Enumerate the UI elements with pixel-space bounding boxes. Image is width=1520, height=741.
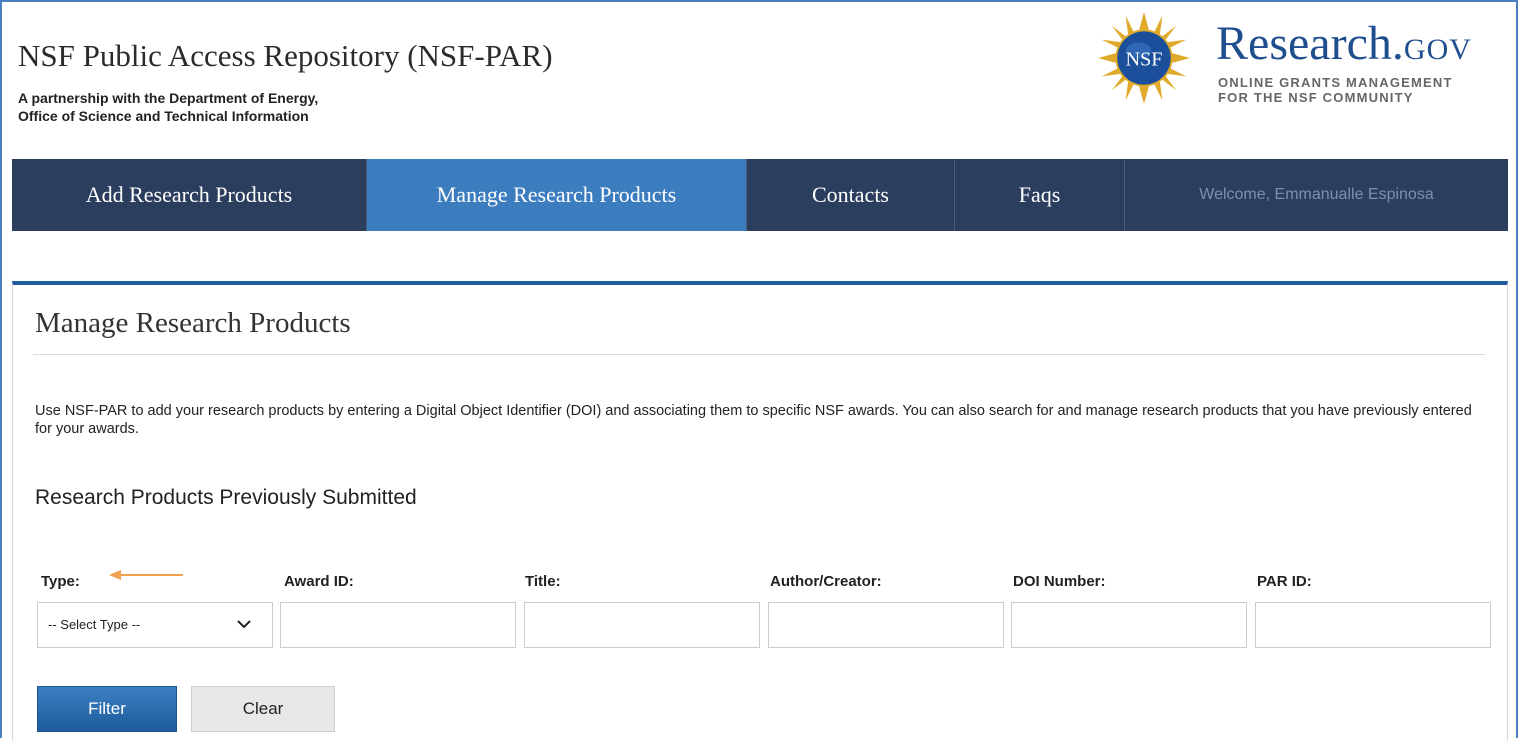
type-label: Type: [41,573,80,590]
par-id-input[interactable] [1255,602,1491,648]
research-gov-logo[interactable]: NSF Research.GOV ONLINE GRANTS MANAGEMEN… [1098,12,1508,124]
tagline: A partnership with the Department of Ene… [18,89,318,125]
author-label: Author/Creator: [770,573,882,590]
brand-subtitle-line-1: ONLINE GRANTS MANAGEMENT [1218,75,1453,90]
nav-faqs[interactable]: Faqs [955,159,1125,231]
welcome-text: Welcome, Emmanualle Espinosa [1199,186,1434,203]
clear-button[interactable]: Clear [191,686,335,732]
chevron-down-icon [237,620,251,629]
doi-input[interactable] [1011,602,1247,648]
page-title: Manage Research Products [35,307,351,339]
tagline-line-1: A partnership with the Department of Ene… [18,90,319,106]
title-label: Title: [525,573,561,590]
brand-subtitle: ONLINE GRANTS MANAGEMENT FOR THE NSF COM… [1218,75,1453,105]
doi-label: DOI Number: [1013,573,1106,590]
site-title: NSF Public Access Repository (NSF-PAR) [18,38,553,73]
section-title: Research Products Previously Submitted [35,486,417,509]
type-select-value: -- Select Type -- [48,617,141,632]
brand-suffix: GOV [1403,33,1472,66]
nav-contacts[interactable]: Contacts [747,159,955,231]
award-id-input[interactable] [280,602,516,648]
filter-button[interactable]: Filter [37,686,177,732]
par-id-label: PAR ID: [1257,573,1312,590]
page-description: Use NSF-PAR to add your research product… [35,403,1472,437]
nsf-seal-icon: NSF [1098,12,1190,104]
author-input[interactable] [768,602,1004,648]
title-divider [33,354,1485,355]
title-input[interactable] [524,602,760,648]
annotation-arrow-icon [109,570,183,580]
brand-main: Research. [1216,17,1404,70]
content-panel: Manage Research Products Use NSF-PAR to … [12,281,1508,741]
tagline-line-2: Office of Science and Technical Informat… [18,108,309,124]
brand-wordmark: Research.GOV [1216,20,1472,74]
nav-add-research-products[interactable]: Add Research Products [12,159,367,231]
award-id-label: Award ID: [284,573,354,590]
type-select[interactable]: -- Select Type -- [37,602,273,648]
main-nav: Add Research Products Manage Research Pr… [12,159,1508,231]
seal-text: NSF [1125,48,1162,70]
nav-manage-research-products[interactable]: Manage Research Products [367,159,747,231]
brand-subtitle-line-2: FOR THE NSF COMMUNITY [1218,90,1414,105]
